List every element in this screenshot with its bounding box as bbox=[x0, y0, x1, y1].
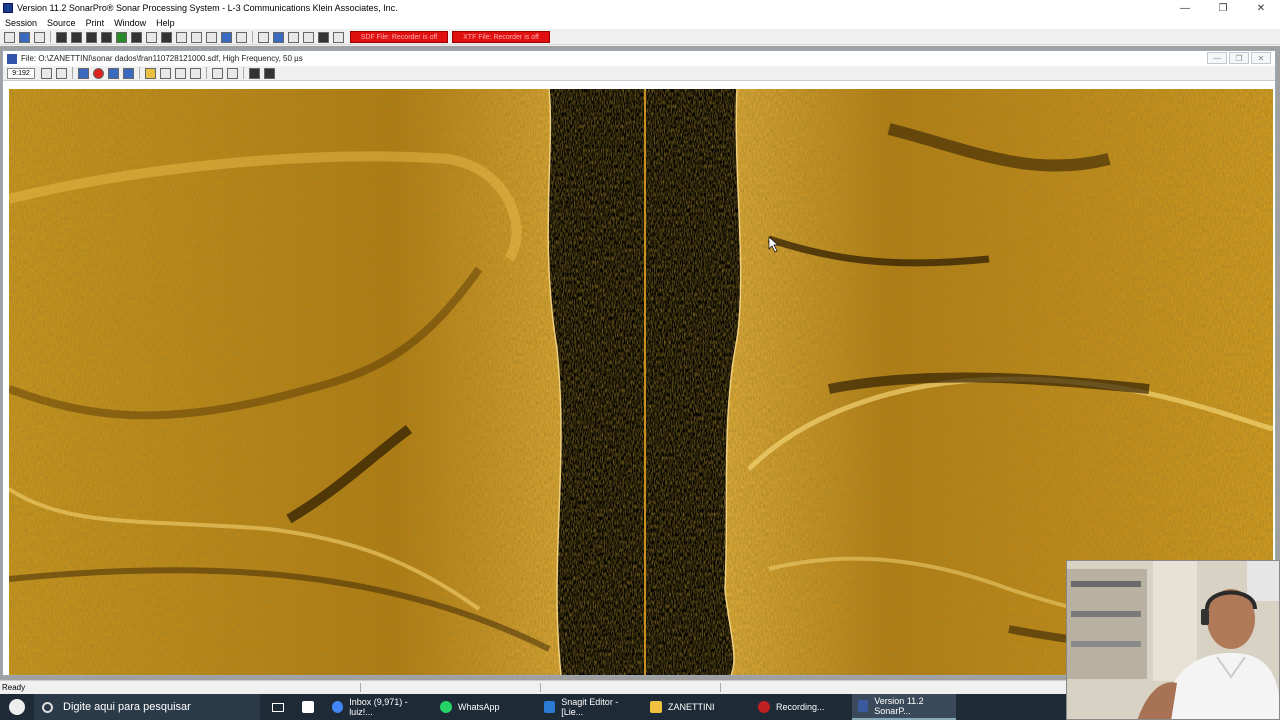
fast-forward-icon[interactable] bbox=[123, 67, 134, 79]
cascade-icon[interactable] bbox=[303, 31, 314, 43]
taskbar-snagit[interactable]: Snagit Editor - [Lie... bbox=[538, 694, 644, 720]
windows-logo-icon bbox=[9, 699, 25, 715]
stop-icon[interactable] bbox=[93, 67, 104, 79]
restore-button[interactable]: ❐ bbox=[1204, 0, 1242, 16]
search-placeholder: Digite aqui para pesquisar bbox=[63, 701, 191, 713]
mosaic-icon[interactable] bbox=[131, 31, 142, 43]
taskbar-file-explorer[interactable] bbox=[296, 694, 326, 720]
child-toolbar: 9:192 bbox=[3, 66, 1275, 81]
time-field[interactable]: 9:192 bbox=[7, 67, 35, 79]
toolbar-divider bbox=[72, 67, 73, 79]
taskbar-sonarpro[interactable]: Version 11.2 SonarP... bbox=[852, 694, 956, 720]
task-view-icon bbox=[272, 702, 284, 712]
whatsapp-icon bbox=[440, 701, 452, 713]
grid-icon[interactable] bbox=[101, 31, 112, 43]
edit-icon[interactable] bbox=[191, 31, 202, 43]
menu-help[interactable]: Help bbox=[151, 18, 180, 28]
webcam-overlay bbox=[1066, 560, 1280, 720]
map-icon[interactable] bbox=[116, 31, 127, 43]
toolbar-divider bbox=[50, 31, 51, 43]
filter-icon[interactable] bbox=[175, 67, 186, 79]
taskbar-recording[interactable]: Recording... bbox=[752, 694, 852, 720]
channel-icon[interactable] bbox=[86, 31, 97, 43]
measure-icon[interactable] bbox=[258, 31, 269, 43]
toolbar-divider bbox=[206, 67, 207, 79]
status-text: Ready bbox=[2, 683, 26, 692]
record-save-icon[interactable] bbox=[318, 31, 329, 43]
taskbar-folder-zanettini[interactable]: ZANETTINI bbox=[644, 694, 752, 720]
child-titlebar: File: O:\ZANETTINI\sonar dados\fran11072… bbox=[3, 51, 1275, 66]
recording-icon bbox=[758, 701, 770, 713]
xtf-recorder-badge[interactable]: XTF File: Recorder is off bbox=[452, 31, 550, 43]
snagit-icon bbox=[544, 701, 556, 713]
open-icon[interactable] bbox=[19, 31, 30, 43]
split-view-icon[interactable] bbox=[71, 31, 82, 43]
menu-session[interactable]: Session bbox=[0, 18, 42, 28]
toolbar-divider bbox=[139, 67, 140, 79]
sdf-recorder-badge[interactable]: SDF File: Recorder is off bbox=[350, 31, 448, 43]
rewind-icon[interactable] bbox=[78, 67, 89, 79]
properties-icon[interactable] bbox=[56, 67, 67, 79]
close-button[interactable]: ✕ bbox=[1242, 0, 1280, 16]
chrome-icon bbox=[332, 701, 344, 713]
webcam-person-image bbox=[1067, 561, 1279, 719]
toolbar-divider bbox=[243, 67, 244, 79]
menu-bar: Session Source Print Window Help bbox=[0, 16, 1280, 29]
back-icon[interactable] bbox=[236, 31, 247, 43]
table-icon[interactable] bbox=[176, 31, 187, 43]
skip-icon[interactable] bbox=[221, 31, 232, 43]
taskbar-whatsapp[interactable]: WhatsApp bbox=[434, 694, 538, 720]
taskbar-chrome-inbox[interactable]: Inbox (9,971) - luiz!... bbox=[326, 694, 434, 720]
toolbar-divider bbox=[252, 31, 253, 43]
child-restore-button[interactable]: ❐ bbox=[1229, 52, 1249, 64]
sonarpro-icon bbox=[858, 700, 869, 712]
child-minimize-button[interactable]: — bbox=[1207, 52, 1227, 64]
highlight-icon[interactable] bbox=[145, 67, 156, 79]
minimize-button[interactable]: — bbox=[1166, 0, 1204, 16]
range-left-icon[interactable] bbox=[212, 67, 223, 79]
child-close-button[interactable]: ✕ bbox=[1251, 52, 1271, 64]
play-icon[interactable] bbox=[108, 67, 119, 79]
print-icon[interactable] bbox=[4, 31, 15, 43]
range-right-icon[interactable] bbox=[227, 67, 238, 79]
search-icon bbox=[42, 701, 53, 713]
pencil-icon[interactable] bbox=[206, 31, 217, 43]
window-titlebar: Version 11.2 SonarPro® Sonar Processing … bbox=[0, 0, 1280, 16]
zoom-in-icon[interactable] bbox=[249, 67, 260, 79]
start-button[interactable] bbox=[0, 694, 34, 720]
menu-source[interactable]: Source bbox=[42, 18, 81, 28]
main-toolbar: SDF File: Recorder is off XTF File: Reco… bbox=[0, 30, 1280, 45]
window-list-icon[interactable] bbox=[288, 31, 299, 43]
sonarpro-app-icon bbox=[3, 3, 13, 13]
status-panes bbox=[360, 683, 900, 692]
folder-icon bbox=[650, 701, 662, 713]
waterfall-icon[interactable] bbox=[56, 31, 67, 43]
window-title: Version 11.2 SonarPro® Sonar Processing … bbox=[17, 3, 398, 13]
zoom-out-icon[interactable] bbox=[264, 67, 275, 79]
new-file-icon[interactable] bbox=[333, 31, 344, 43]
document-icon bbox=[302, 701, 314, 713]
menu-window[interactable]: Window bbox=[109, 18, 151, 28]
open-folder-icon[interactable] bbox=[41, 67, 52, 79]
menu-print[interactable]: Print bbox=[81, 18, 110, 28]
annotate-icon[interactable] bbox=[273, 31, 284, 43]
layers-icon[interactable] bbox=[160, 67, 171, 79]
task-view-button[interactable] bbox=[260, 702, 296, 712]
taskbar-search[interactable]: Digite aqui para pesquisar bbox=[34, 694, 260, 720]
settings-icon[interactable] bbox=[190, 67, 201, 79]
sonar-file-icon bbox=[7, 53, 17, 64]
save-icon[interactable] bbox=[34, 31, 45, 43]
list-icon[interactable] bbox=[161, 31, 172, 43]
target-icon[interactable] bbox=[146, 31, 157, 43]
child-title: File: O:\ZANETTINI\sonar dados\fran11072… bbox=[21, 54, 303, 63]
